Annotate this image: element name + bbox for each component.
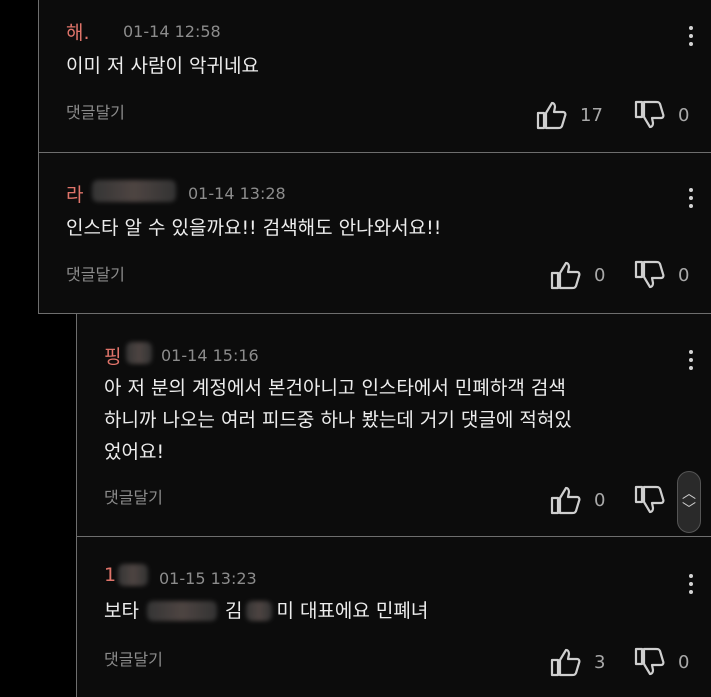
- dislike-button[interactable]: [634, 485, 678, 515]
- thumbs-down-icon: [634, 647, 665, 676]
- comment-timestamp: 01-14 13:28: [188, 184, 286, 203]
- scroll-up-chevron: ︿: [682, 486, 696, 502]
- dislike-count: 0: [678, 264, 690, 286]
- scroll-up-down-icon[interactable]: ︿ ﹀: [677, 471, 701, 533]
- like-count: 0: [594, 264, 606, 286]
- more-vertical-icon[interactable]: [688, 350, 694, 374]
- comment-text: 이미 저 사람이 악귀네요: [66, 55, 259, 77]
- thumbs-down-icon: [634, 100, 665, 129]
- dislike-count: 0: [678, 104, 690, 126]
- thumbs-up-icon: [536, 101, 567, 130]
- thumbs-down-icon: [634, 485, 665, 514]
- comment-author: 핑: [104, 346, 122, 368]
- dislike-count: 0: [678, 651, 690, 673]
- reply-button[interactable]: 댓글달기: [104, 646, 163, 670]
- more-vertical-icon[interactable]: [688, 188, 694, 212]
- like-button[interactable]: 0: [550, 485, 605, 515]
- redacted-name: [92, 180, 176, 202]
- redacted-name: [126, 342, 152, 364]
- comment-panel-top: [38, 0, 711, 314]
- redacted-text: [246, 601, 273, 621]
- like-count: 3: [594, 651, 606, 673]
- thumbs-up-icon: [550, 648, 581, 677]
- comment-text-part: 김: [224, 600, 243, 622]
- like-button[interactable]: 3: [550, 647, 605, 677]
- thumbs-up-icon: [550, 486, 581, 515]
- reply-button[interactable]: 댓글달기: [66, 99, 125, 123]
- reply-button[interactable]: 댓글달기: [104, 484, 163, 508]
- dislike-button[interactable]: 0: [634, 647, 689, 677]
- comment-text: 아 저 분의 계정에서 본건아니고 인스타에서 민폐하객 검색 하니까 나오는 …: [104, 372, 572, 468]
- like-count: 0: [594, 489, 606, 511]
- scroll-down-chevron: ﹀: [682, 502, 696, 518]
- comment-author: 라: [66, 184, 84, 206]
- divider: [38, 152, 711, 153]
- comment-text-part: 보타: [104, 600, 139, 622]
- divider: [76, 536, 711, 537]
- comment-text-line: 아 저 분의 계정에서 본건아니고 인스타에서 민폐하객 검색: [104, 377, 566, 399]
- comment-text-line: 하니까 나오는 여러 피드중 하나 봤는데 거기 댓글에 적혀있: [104, 409, 572, 431]
- comment-text-line: 었어요!: [104, 441, 165, 463]
- reply-button[interactable]: 댓글달기: [66, 261, 125, 285]
- comment-timestamp: 01-14 15:16: [161, 346, 259, 365]
- redacted-text: [146, 601, 217, 621]
- like-count: 17: [580, 104, 603, 126]
- more-vertical-icon[interactable]: [688, 574, 694, 598]
- comment-timestamp: 01-14 12:58: [123, 22, 221, 41]
- thumbs-up-icon: [550, 261, 581, 290]
- comment-author: 해.: [66, 22, 90, 44]
- redacted-name: [118, 564, 148, 586]
- thumbs-down-icon: [634, 260, 665, 289]
- like-button[interactable]: 0: [550, 260, 605, 290]
- comment-author: 1: [104, 564, 117, 586]
- like-button[interactable]: 17: [536, 100, 603, 130]
- comment-timestamp: 01-15 13:23: [159, 569, 257, 588]
- dislike-button[interactable]: 0: [634, 100, 689, 130]
- more-vertical-icon[interactable]: [688, 26, 694, 50]
- comment-text: 보타 김 미 대표에요 민폐녀: [104, 595, 428, 627]
- comment-text-part: 미 대표에요 민폐녀: [276, 600, 429, 622]
- dislike-button[interactable]: 0: [634, 260, 689, 290]
- comment-text: 인스타 알 수 있을까요!! 검색해도 안나와서요!!: [66, 217, 442, 239]
